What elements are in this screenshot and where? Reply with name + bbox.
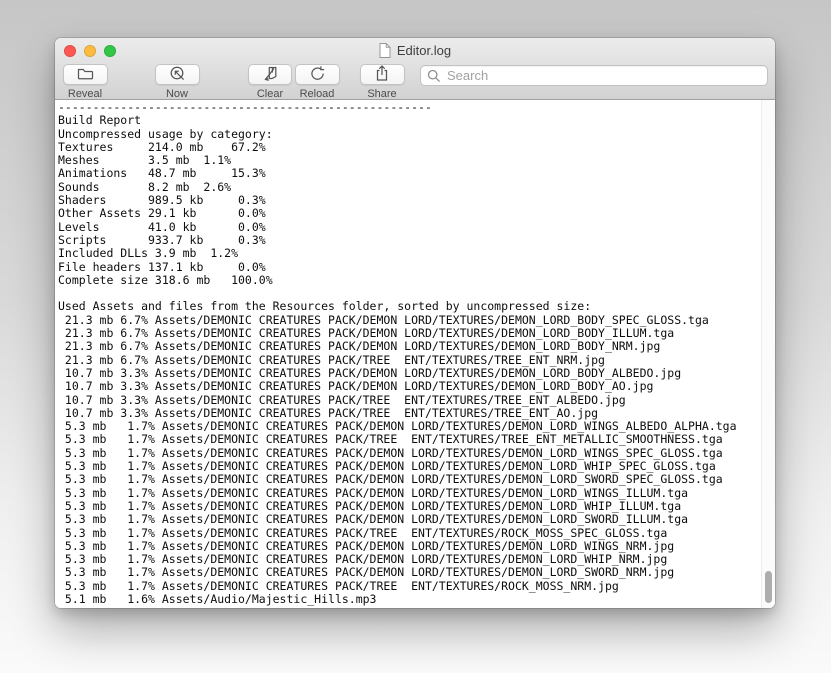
console-window: Editor.log Reveal: [55, 38, 775, 608]
search-field[interactable]: [420, 65, 768, 86]
scrollbar-thumb[interactable]: [765, 571, 772, 603]
share-icon: [373, 64, 391, 86]
toolbar: Reveal Now: [55, 64, 775, 99]
titlebar[interactable]: Editor.log: [55, 38, 775, 62]
toolbar-group-reload: Reload: [287, 64, 347, 100]
scrollbar-track[interactable]: [761, 100, 775, 608]
share-label: Share: [367, 89, 396, 100]
reload-button[interactable]: [295, 64, 340, 85]
share-button[interactable]: [360, 64, 405, 85]
toolbar-group-now: Now: [147, 64, 207, 100]
now-button[interactable]: [155, 64, 200, 85]
reveal-label: Reveal: [68, 89, 102, 100]
window-title: Editor.log: [397, 43, 451, 58]
reload-icon: [308, 64, 327, 86]
folder-icon: [75, 65, 96, 85]
search-input[interactable]: [445, 67, 761, 84]
window-title-area: Editor.log: [55, 38, 775, 62]
toolbar-group-share: Share: [352, 64, 412, 100]
log-text: ----------------------------------------…: [55, 100, 775, 606]
clear-button[interactable]: [248, 64, 292, 85]
now-label: Now: [166, 89, 188, 100]
log-content-view[interactable]: ----------------------------------------…: [55, 100, 775, 608]
document-icon: [379, 43, 391, 58]
reload-label: Reload: [300, 89, 335, 100]
clear-display-icon: [261, 64, 280, 85]
window-chrome: Editor.log Reveal: [55, 38, 775, 100]
toolbar-group-reveal: Reveal: [55, 64, 115, 100]
clear-label: Clear: [257, 89, 283, 100]
jump-to-now-icon: [168, 64, 187, 86]
search-icon: [427, 69, 441, 83]
reveal-button[interactable]: [63, 64, 108, 85]
